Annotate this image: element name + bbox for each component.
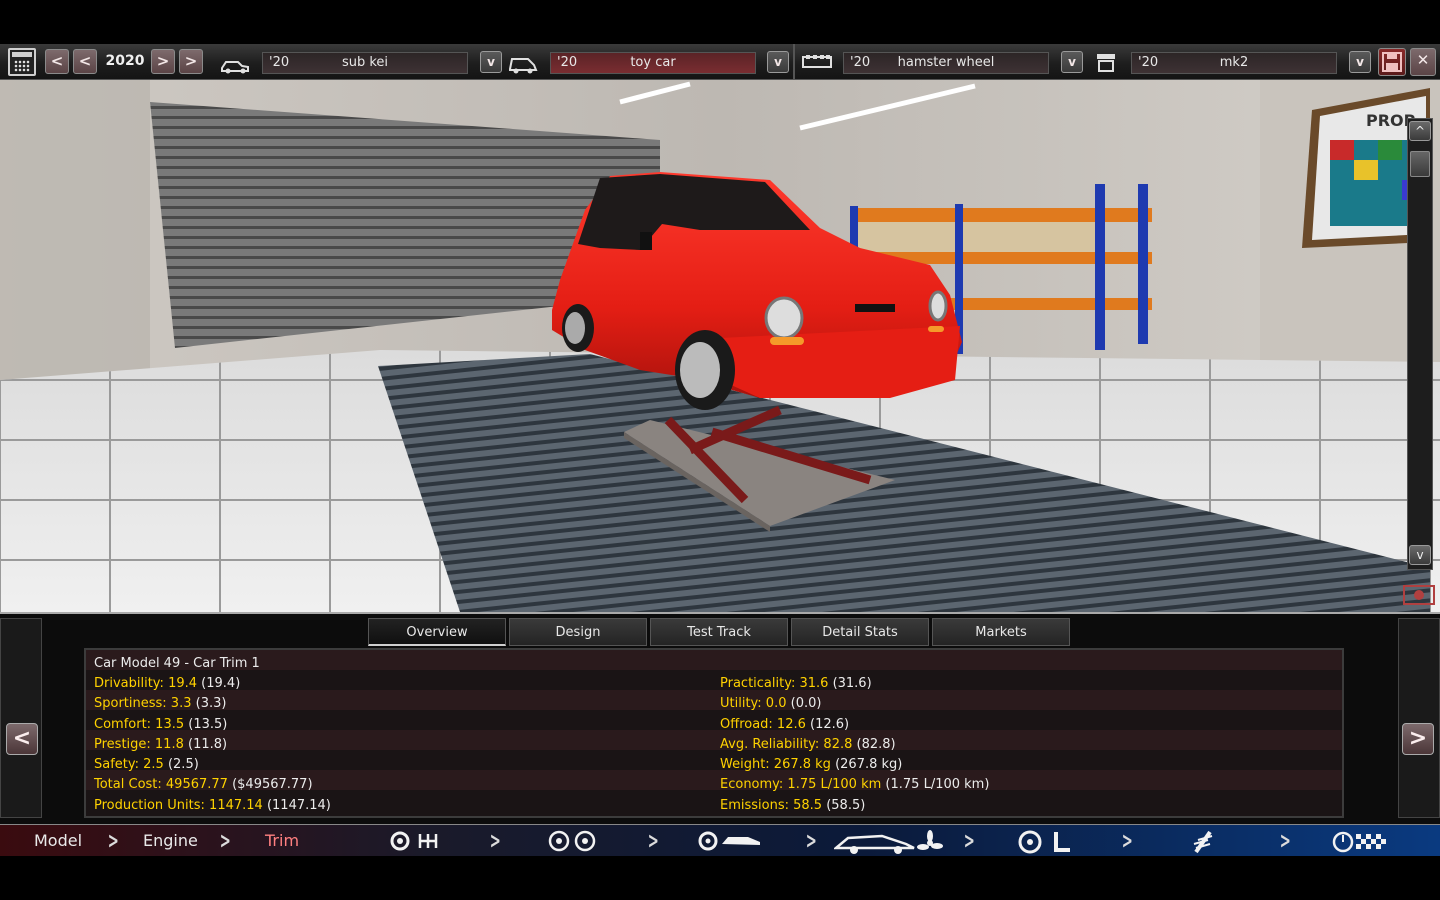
stat-comfort: Comfort: 13.5 (13.5) [94,717,228,732]
year-back-fast-button[interactable]: < [45,49,69,74]
trim-select[interactable]: '20 toy car [550,52,756,74]
design-step-nav: Model > Engine > Trim > > > > > > [0,824,1440,856]
stat-economy: Economy: 1.75 L/100 km (1.75 L/100 km) [720,777,990,792]
chevron-right-icon: > [647,829,659,854]
stat-safety: Safety: 2.5 (2.5) [94,757,199,772]
trim-icon [509,58,538,74]
scroll-down-button[interactable]: v [1409,545,1431,565]
tab-markets[interactable]: Markets [932,618,1070,646]
prev-page-button[interactable]: < [6,723,38,755]
year-forward-fast-button[interactable]: > [179,49,203,74]
engine-family-dropdown-button[interactable]: v [1061,51,1083,73]
stat-weight: Weight: 267.8 kg (267.8 kg) [720,757,903,772]
chevron-right-icon: > [1121,829,1133,854]
stat-practicality: Practicality: 31.6 (31.6) [720,676,872,691]
next-page-button[interactable]: > [1402,723,1434,755]
panel-left-rail: < [0,618,42,818]
year-forward-button[interactable]: > [151,49,175,74]
trim-dropdown-button[interactable]: v [767,51,789,73]
calendar-icon[interactable] [8,48,36,76]
nav-step-model[interactable]: Model [34,831,82,850]
save-button[interactable] [1378,48,1406,76]
engine-family-name: hamster wheel [897,55,995,70]
wheels-icon[interactable] [548,830,598,852]
chevron-right-icon: > [489,829,501,854]
year-back-button[interactable]: < [73,49,97,74]
year-display: 2020 [105,53,145,69]
stat-total-cost: Total Cost: 49567.77 ($49567.77) [94,777,313,792]
save-icon [1382,52,1402,72]
tab-overview[interactable]: Overview [368,618,506,646]
chevron-right-icon: > [805,829,817,854]
testing-icon[interactable] [1332,830,1390,854]
engine-variant-select[interactable]: '20 mk2 [1131,52,1337,74]
nav-step-engine[interactable]: Engine [143,831,198,850]
body-icon[interactable] [698,830,764,852]
car-model-dropdown-button[interactable]: v [480,51,502,73]
gearbox-icon[interactable] [390,830,446,852]
stat-reliability: Avg. Reliability: 82.8 (82.8) [720,737,896,752]
stat-utility: Utility: 0.0 (0.0) [720,696,822,711]
stat-production-units: Production Units: 1147.14 (1147.14) [94,798,331,813]
car-viewport[interactable]: PROP ^ v [0,80,1440,612]
chevron-right-icon: > [219,829,231,854]
tab-detail-stats[interactable]: Detail Stats [791,618,929,646]
engine-variant-icon [1097,54,1115,72]
stat-offroad: Offroad: 12.6 (12.6) [720,717,850,732]
tab-design[interactable]: Design [509,618,647,646]
tab-test-track[interactable]: Test Track [650,618,788,646]
stats-overview: Car Model 49 - Car Trim 1 Drivability: 1… [84,648,1344,818]
car-model-icon [221,61,249,74]
stat-prestige: Prestige: 11.8 (11.8) [94,737,228,752]
top-toolbar: < < 2020 > > '20 sub kei v '20 toy car v [0,44,1440,80]
garage-scene: PROP [0,80,1440,612]
engine-variant-dropdown-button[interactable]: v [1349,51,1371,73]
car-model-select[interactable]: '20 sub kei [262,52,468,74]
stat-emissions: Emissions: 58.5 (58.5) [720,798,866,813]
engine-family-select[interactable]: '20 hamster wheel [843,52,1049,74]
close-icon: ✕ [1416,51,1430,69]
chevron-right-icon: > [963,829,975,854]
zoom-scrollbar[interactable]: ^ v [1407,118,1433,570]
engine-variant-name: mk2 [1219,55,1249,70]
game-window: < < 2020 > > '20 sub kei v '20 toy car v [0,0,1440,900]
info-panel: < > Overview Design Test Track Detail St… [0,612,1440,824]
toolbar-separator [793,44,795,80]
suspension-icon[interactable] [1188,830,1218,854]
trim-title: Car Model 49 - Car Trim 1 [94,656,260,671]
stat-sportiness: Sportiness: 3.3 (3.3) [94,696,227,711]
trim-name: toy car [630,55,676,70]
panel-right-rail: > [1398,618,1440,818]
chevron-right-icon: > [1279,829,1291,854]
scroll-up-button[interactable]: ^ [1409,121,1431,141]
stat-drivability: Drivability: 19.4 (19.4) [94,676,241,691]
aero-icon[interactable] [834,830,944,856]
engine-family-icon [802,55,832,68]
interior-icon[interactable] [1018,830,1074,854]
chevron-right-icon: > [107,829,119,854]
car-model-name: sub kei [341,55,389,70]
close-button[interactable]: ✕ [1410,48,1436,76]
nav-step-trim[interactable]: Trim [265,831,299,850]
scroll-thumb[interactable] [1410,151,1430,177]
